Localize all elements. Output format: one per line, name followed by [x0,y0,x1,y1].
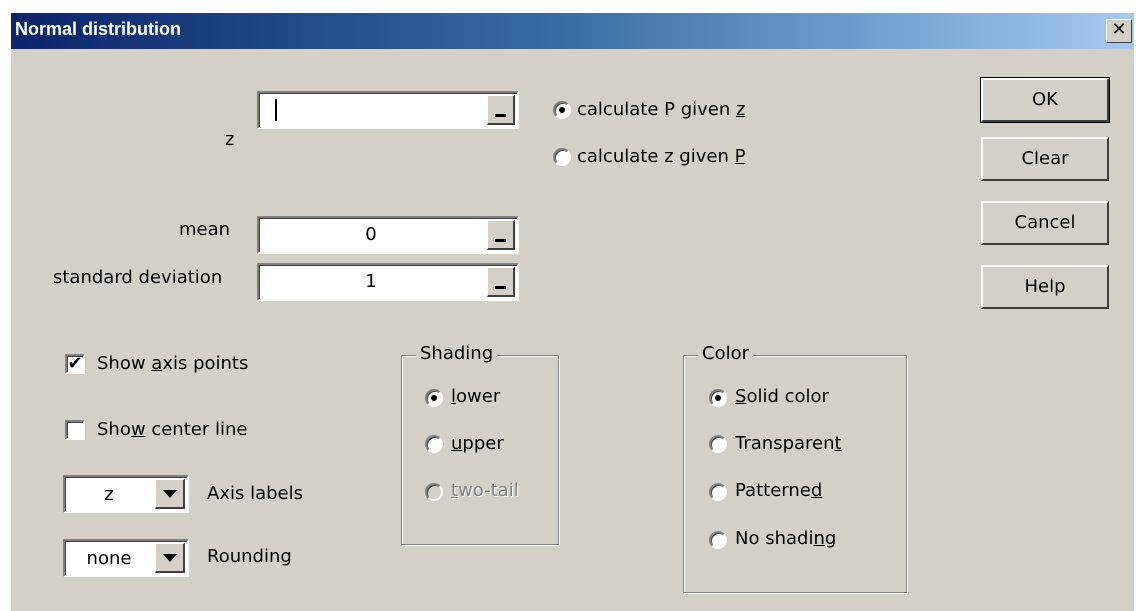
title-bar[interactable]: Normal distribution ✕ [11,13,1134,49]
rounding-select[interactable]: none [63,539,189,577]
color-patterned-radio[interactable] [709,483,727,501]
rounding-value: none [86,548,132,569]
color-no-shading-radio[interactable] [709,531,727,549]
calc-p-label[interactable]: calculate P given z [577,99,745,120]
help-button[interactable]: Help [981,265,1109,309]
mean-label: mean [179,219,231,240]
show-center-line-label[interactable]: Show center line [97,419,247,440]
shading-group-title: Shading [416,343,498,364]
close-icon: ✕ [1111,19,1127,40]
color-transparent-radio[interactable] [709,435,727,453]
color-transparent-label[interactable]: Transparent [735,433,842,454]
close-button[interactable]: ✕ [1106,19,1132,43]
shading-upper-radio[interactable] [425,435,443,453]
color-solid-radio[interactable] [709,389,727,407]
axis-labels-select[interactable]: z [63,475,189,513]
rounding-dropdown-button[interactable] [155,543,185,573]
sd-label: standard deviation [53,267,223,288]
text-caret [275,99,277,121]
sd-input[interactable]: 1 [257,263,519,301]
calc-z-radio[interactable] [553,148,571,166]
shading-lower-label[interactable]: lower [451,386,500,407]
axis-labels-dropdown-button[interactable] [155,479,185,509]
color-patterned-label[interactable]: Patterned [735,480,822,501]
color-group-title: Color [698,343,753,364]
color-no-shading-label[interactable]: No shading [735,528,836,549]
rounding-label: Rounding [207,546,292,567]
shading-two-tail-radio[interactable] [425,483,443,501]
color-solid-label[interactable]: Solid color [735,386,829,407]
window-title: Normal distribution [15,19,181,39]
show-axis-points-checkbox[interactable]: ✔ [65,354,85,374]
z-picker-button[interactable] [487,95,515,125]
calc-z-label[interactable]: calculate z given P [577,146,745,167]
sd-picker-button[interactable] [487,267,515,297]
clear-button[interactable]: Clear [981,137,1109,181]
shading-upper-label[interactable]: upper [451,433,504,454]
axis-labels-label: Axis labels [207,483,303,504]
sd-value: 1 [365,271,377,292]
mean-input[interactable]: 0 [257,216,519,254]
normal-distribution-dialog: Normal distribution ✕ z calculate P give… [10,12,1134,611]
mean-value: 0 [365,224,377,245]
shading-lower-radio[interactable] [425,389,443,407]
axis-labels-value: z [104,484,114,505]
z-input[interactable] [257,91,519,129]
z-label: z [225,129,235,150]
check-mark-icon: ✔ [67,353,83,374]
show-center-line-checkbox[interactable] [65,420,85,440]
calc-p-radio[interactable] [553,101,571,119]
mean-picker-button[interactable] [487,220,515,250]
show-axis-points-label[interactable]: Show axis points [97,353,248,374]
shading-two-tail-label[interactable]: two-tail [451,480,519,501]
cancel-button[interactable]: Cancel [981,201,1109,245]
ok-button[interactable]: OK [980,77,1110,123]
